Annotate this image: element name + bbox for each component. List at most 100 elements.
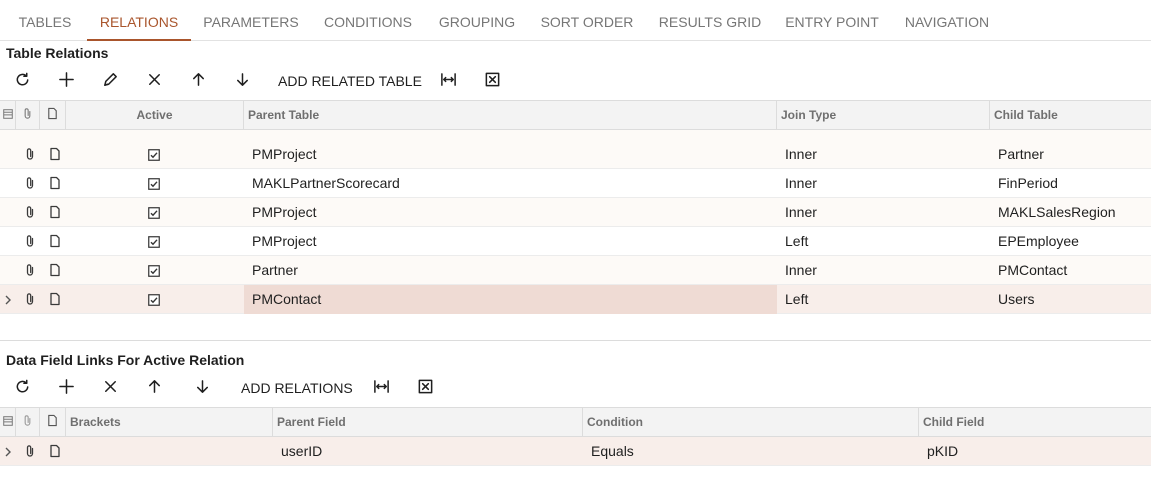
table-row[interactable]: PMContact Left Users — [0, 285, 1151, 314]
paperclip-icon[interactable] — [23, 147, 37, 161]
paperclip-icon[interactable] — [23, 176, 37, 190]
add-button[interactable] — [54, 70, 78, 94]
table-row[interactable]: PMProject Inner MAKLSalesRegion — [0, 198, 1151, 227]
column-header-child-table[interactable]: Child Table — [990, 101, 1151, 129]
move-down-button[interactable] — [230, 70, 254, 94]
parent-table-cell[interactable]: Partner — [244, 256, 777, 285]
join-type-cell[interactable]: Left — [777, 285, 990, 314]
note-icon[interactable] — [48, 263, 62, 277]
tab-sort-order[interactable]: SORT ORDER — [536, 0, 638, 40]
column-header-join-type[interactable]: Join Type — [777, 101, 990, 129]
links-grid-header: Brackets Parent Field Condition Child Fi… — [0, 407, 1151, 437]
tab-grouping[interactable]: GROUPING — [434, 0, 520, 40]
links-attachments-header[interactable] — [16, 408, 40, 436]
paperclip-icon[interactable] — [23, 263, 37, 277]
links-row-selector-header[interactable] — [0, 408, 16, 436]
fit-columns-button[interactable] — [436, 70, 460, 94]
refresh-button[interactable] — [10, 70, 34, 94]
join-type-cell[interactable]: Inner — [777, 256, 990, 285]
paperclip-icon[interactable] — [23, 234, 37, 248]
note-icon[interactable] — [48, 176, 62, 190]
note-icon[interactable] — [48, 205, 62, 219]
child-table-cell[interactable]: MAKLSalesRegion — [990, 198, 1151, 227]
paperclip-icon — [21, 414, 34, 430]
parent-table-cell[interactable]: PMProject — [244, 198, 777, 227]
add-related-table-button[interactable]: ADD RELATED TABLE — [278, 69, 422, 93]
active-checkbox[interactable] — [148, 177, 160, 190]
note-icon[interactable] — [48, 147, 62, 161]
excel-export-icon — [417, 378, 434, 400]
parent-table-cell[interactable]: PMContact — [244, 285, 777, 314]
delete-icon — [102, 378, 119, 400]
brackets-cell[interactable] — [66, 437, 273, 466]
note-icon[interactable] — [48, 234, 62, 248]
add-relations-button[interactable]: ADD RELATIONS — [241, 376, 353, 400]
edit-button[interactable] — [98, 70, 122, 94]
note-icon[interactable] — [48, 292, 62, 306]
table-row[interactable]: PMProject Left EPEmployee — [0, 227, 1151, 256]
tab-entry-point[interactable]: ENTRY POINT — [782, 0, 882, 40]
tab-conditions[interactable]: CONDITIONS — [320, 0, 416, 40]
join-type-cell[interactable]: Inner — [777, 169, 990, 198]
links-move-up-button[interactable] — [142, 377, 166, 401]
links-fit-columns-button[interactable] — [369, 377, 393, 401]
join-type-cell[interactable]: Left — [777, 227, 990, 256]
row-selector-header[interactable] — [0, 101, 16, 129]
tab-relations[interactable]: RELATIONS — [87, 0, 191, 41]
column-header-child-field[interactable]: Child Field — [919, 408, 1151, 436]
delete-button[interactable] — [142, 70, 166, 94]
child-table-cell[interactable]: FinPeriod — [990, 169, 1151, 198]
join-type-cell[interactable]: Inner — [777, 198, 990, 227]
join-type-cell[interactable]: Inner — [777, 140, 990, 169]
child-field-cell[interactable]: pKID — [919, 437, 1151, 466]
delete-icon — [146, 71, 163, 93]
active-checkbox[interactable] — [148, 206, 160, 219]
move-up-icon — [146, 378, 163, 400]
parent-table-cell[interactable]: PMProject — [244, 227, 777, 256]
parent-table-cell[interactable]: MAKLPartnerScorecard — [244, 169, 777, 198]
column-header-condition[interactable]: Condition — [583, 408, 919, 436]
current-row-indicator-icon — [3, 293, 13, 305]
fit-columns-icon — [440, 71, 457, 93]
column-header-parent-table[interactable]: Parent Table — [244, 101, 777, 129]
excel-export-button[interactable] — [480, 70, 504, 94]
active-checkbox[interactable] — [148, 293, 160, 306]
refresh-icon — [14, 378, 31, 400]
paperclip-icon[interactable] — [23, 292, 37, 306]
links-notes-header[interactable] — [40, 408, 66, 436]
tab-navigation[interactable]: NAVIGATION — [899, 0, 995, 40]
tab-parameters[interactable]: PARAMETERS — [199, 0, 303, 40]
table-row[interactable]: MAKLPartnerScorecard Inner FinPeriod — [0, 169, 1151, 198]
notes-header[interactable] — [40, 101, 66, 129]
note-icon — [46, 414, 59, 430]
condition-cell[interactable]: Equals — [583, 437, 919, 466]
table-row[interactable]: PMProject Inner Partner — [0, 140, 1151, 169]
tab-results-grid[interactable]: RESULTS GRID — [654, 0, 766, 40]
table-row[interactable]: userID Equals pKID — [0, 437, 1151, 466]
parent-table-cell[interactable]: PMProject — [244, 140, 777, 169]
tab-tables[interactable]: TABLES — [9, 0, 81, 40]
child-table-cell[interactable]: Users — [990, 285, 1151, 314]
child-table-cell[interactable]: EPEmployee — [990, 227, 1151, 256]
links-excel-export-button[interactable] — [413, 377, 437, 401]
links-delete-button[interactable] — [98, 377, 122, 401]
links-move-down-button[interactable] — [190, 377, 214, 401]
column-header-parent-field[interactable]: Parent Field — [273, 408, 583, 436]
links-add-button[interactable] — [54, 377, 78, 401]
paperclip-icon[interactable] — [23, 205, 37, 219]
column-header-brackets[interactable]: Brackets — [66, 408, 273, 436]
active-checkbox[interactable] — [148, 235, 160, 248]
links-refresh-button[interactable] — [10, 377, 34, 401]
move-up-button[interactable] — [186, 70, 210, 94]
paperclip-icon[interactable] — [23, 444, 37, 458]
parent-field-cell[interactable]: userID — [273, 437, 583, 466]
move-up-icon — [190, 71, 207, 93]
column-header-active[interactable]: Active — [66, 101, 244, 129]
attachments-header[interactable] — [16, 101, 40, 129]
child-table-cell[interactable]: Partner — [990, 140, 1151, 169]
active-checkbox[interactable] — [148, 264, 160, 277]
active-checkbox[interactable] — [148, 148, 160, 161]
child-table-cell[interactable]: PMContact — [990, 256, 1151, 285]
table-row[interactable]: Partner Inner PMContact — [0, 256, 1151, 285]
note-icon[interactable] — [48, 444, 62, 458]
